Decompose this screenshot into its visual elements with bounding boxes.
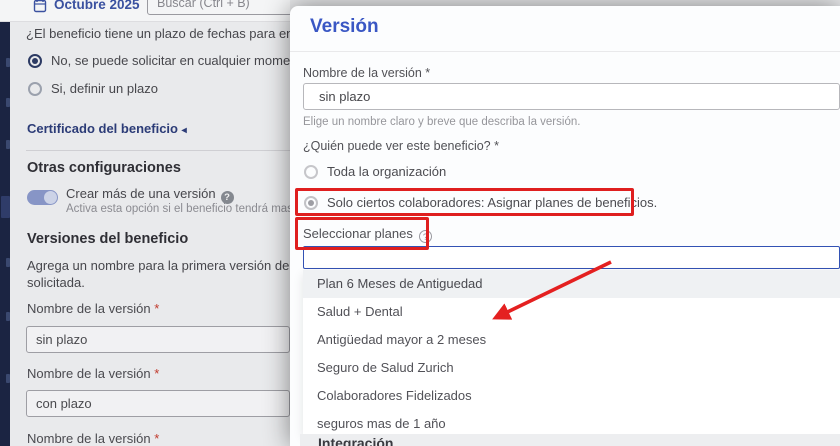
certificate-link[interactable]: Certificado del beneficio ◂ <box>27 121 187 136</box>
radio-unselected-icon[interactable] <box>304 165 318 179</box>
background-panel: Octubre 2025 Buscar (Ctrl + B) ¿El benef… <box>0 0 290 446</box>
modal-version-name-label: Nombre de la versión * <box>303 66 430 80</box>
radio-option-whole-org[interactable]: Toda la organización <box>304 164 446 179</box>
modal-title: Versión <box>310 16 379 38</box>
version-name-label: Nombre de la versión * <box>27 366 159 381</box>
modal-title-divider <box>290 51 840 52</box>
toggle-help-text: Activa esta opción si el beneficio tendr… <box>66 203 290 215</box>
screen: Octubre 2025 Buscar (Ctrl + B) ¿El benef… <box>0 0 840 446</box>
versions-heading: Versiones del beneficio <box>27 231 188 247</box>
search-input[interactable]: Buscar (Ctrl + B) <box>147 0 290 15</box>
deadline-question: ¿El beneficio tiene un plazo de fechas p… <box>26 26 290 41</box>
version-name-input-1[interactable] <box>26 326 290 353</box>
dropdown-item[interactable]: seguros mas de 1 año <box>303 410 840 434</box>
search-placeholder: Buscar (Ctrl + B) <box>157 0 250 10</box>
sidebar-icon <box>6 374 10 383</box>
sidebar-icon <box>6 98 10 107</box>
annotation-rect-radio <box>295 188 634 216</box>
calendar-icon[interactable] <box>33 0 47 13</box>
sidebar-icon-active <box>1 196 10 218</box>
version-name-input-2[interactable] <box>26 390 290 417</box>
modal-version-name-help: Elige un nombre claro y breve que descri… <box>303 116 580 128</box>
dropdown-item[interactable]: Salud + Dental <box>303 298 840 326</box>
version-name-label: Nombre de la versión * <box>27 431 159 446</box>
collapse-arrow-icon: ◂ <box>182 125 187 136</box>
radio-label: Si, definir un plazo <box>51 81 158 96</box>
section-divider <box>26 150 290 151</box>
visibility-question-label: ¿Quién puede ver este beneficio? * <box>303 139 499 153</box>
sidebar-icon <box>6 258 10 267</box>
radio-unselected-icon[interactable] <box>28 82 42 96</box>
sidebar-icon <box>6 312 10 321</box>
radio-label: No, se puede solicitar en cualquier mome… <box>51 53 290 68</box>
sidebar-icon <box>6 58 10 67</box>
app-sidebar[interactable] <box>0 22 10 446</box>
topbar: Octubre 2025 Buscar (Ctrl + B) <box>0 0 290 22</box>
radio-option-no-deadline[interactable]: No, se puede solicitar en cualquier mome… <box>28 53 290 68</box>
dropdown-item[interactable]: Antigüedad mayor a 2 meses <box>303 326 840 354</box>
create-more-versions-toggle[interactable] <box>27 190 58 205</box>
annotation-rect-select-plans <box>295 217 429 250</box>
sidebar-icon <box>6 140 10 149</box>
toggle-label: Crear más de una versión? <box>66 186 234 204</box>
radio-option-define-deadline[interactable]: Si, definir un plazo <box>28 81 158 96</box>
radio-label: Toda la organización <box>327 164 446 179</box>
dropdown-item[interactable]: Seguro de Salud Zurich <box>303 354 840 382</box>
period-selector[interactable]: Octubre 2025 <box>54 0 140 12</box>
radio-selected-icon[interactable] <box>28 54 42 68</box>
integration-heading: Integración <box>318 435 393 446</box>
certificate-link-label: Certificado del beneficio <box>27 121 178 136</box>
dropdown-item[interactable]: Plan 6 Meses de Antiguedad <box>303 270 840 298</box>
version-name-label: Nombre de la versión * <box>27 301 159 316</box>
versions-description-line1: Agrega un nombre para la primera versión… <box>27 258 290 273</box>
modal-version-name-input[interactable] <box>303 83 840 110</box>
dropdown-item[interactable]: Colaboradores Fidelizados <box>303 382 840 410</box>
plans-dropdown: Plan 6 Meses de Antiguedad Salud + Denta… <box>303 270 840 434</box>
other-settings-heading: Otras configuraciones <box>27 160 181 176</box>
toggle-knob <box>44 191 57 204</box>
versions-description-line2: solicitada. <box>27 275 85 290</box>
